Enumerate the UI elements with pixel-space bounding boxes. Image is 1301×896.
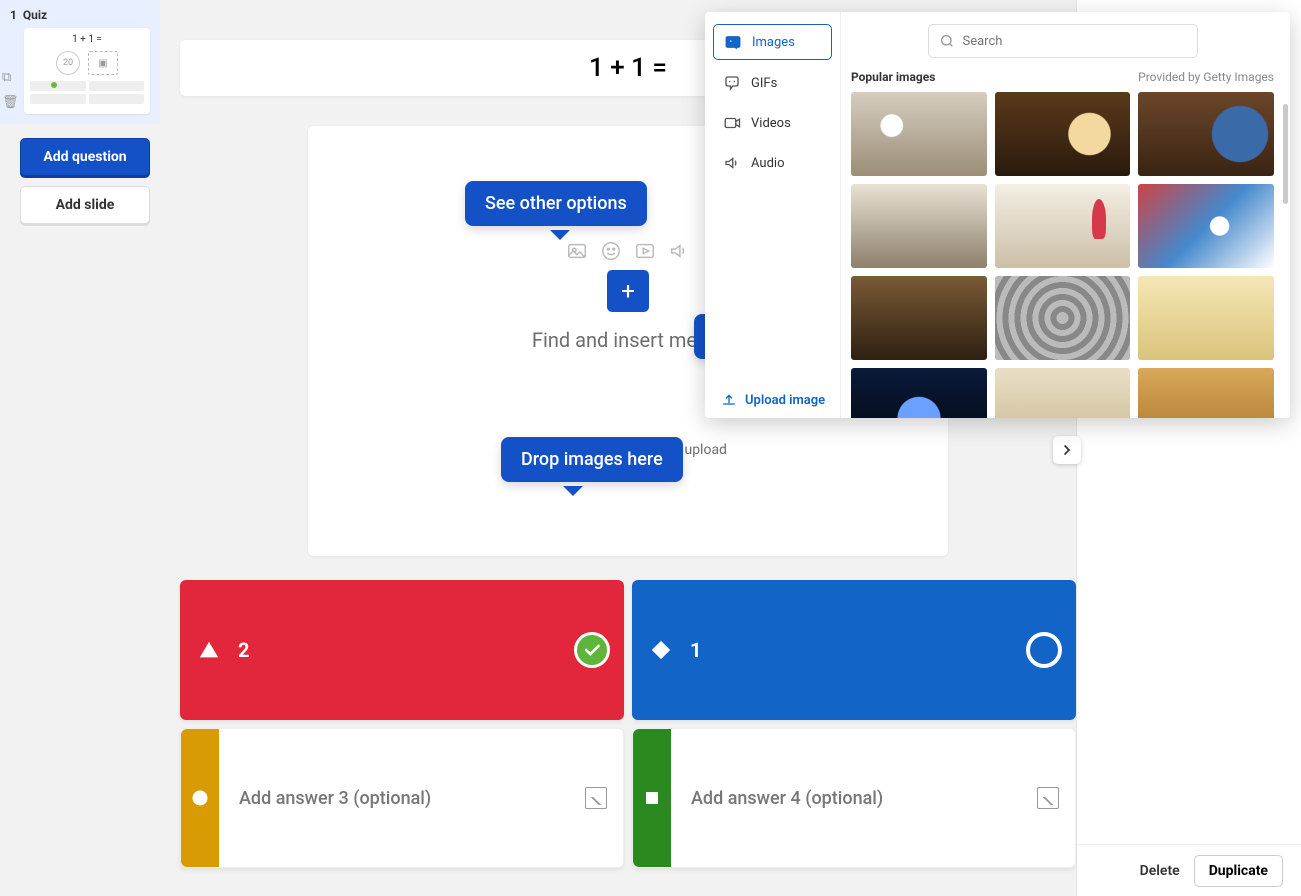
smile-icon: [600, 240, 622, 262]
upload-image-label: Upload image: [745, 393, 825, 408]
tab-audio-label: Audio: [751, 156, 784, 171]
image-thumbnail[interactable]: [851, 184, 987, 268]
image-thumbnail[interactable]: [851, 368, 987, 418]
image-thumbnail[interactable]: [1138, 368, 1274, 418]
add-question-button[interactable]: Add question: [20, 138, 150, 176]
image-thumbnail[interactable]: [1138, 92, 1274, 176]
image-icon[interactable]: [585, 787, 607, 809]
add-media-button[interactable]: +: [607, 270, 649, 312]
answer-1[interactable]: 2: [180, 580, 624, 720]
slide-thumbnail[interactable]: ⧉ 🗑 1 Quiz 1 + 1 = 20 ▣: [0, 0, 160, 124]
upload-image-link[interactable]: Upload image: [721, 392, 825, 408]
tab-gifs-label: GIFs: [751, 76, 777, 91]
image-thumbnail[interactable]: [995, 276, 1131, 360]
trash-icon[interactable]: 🗑: [2, 95, 19, 110]
delete-button[interactable]: Delete: [1140, 863, 1180, 879]
search-input[interactable]: [963, 34, 1187, 49]
answer-2[interactable]: 1: [632, 580, 1076, 720]
answer-4-placeholder: Add answer 4 (optional): [671, 788, 1075, 809]
tab-gifs[interactable]: GIFs: [713, 66, 832, 100]
tab-images[interactable]: Images: [713, 24, 832, 60]
add-slide-button[interactable]: Add slide: [20, 186, 150, 224]
image-icon: [566, 240, 588, 262]
slide-type: Quiz: [23, 8, 47, 22]
tab-images-label: Images: [752, 35, 795, 50]
media-panel: Images GIFs Videos Audio Upload image Po…: [705, 12, 1290, 418]
callout-see-options: See other options: [465, 181, 647, 226]
triangle-icon: [198, 639, 220, 661]
scrollbar[interactable]: [1283, 104, 1288, 204]
image-thumbnail[interactable]: [995, 184, 1131, 268]
answer-2-text: 1: [690, 638, 701, 662]
slide-number: 1: [10, 8, 17, 22]
popular-heading: Popular images: [851, 70, 935, 84]
thumb-image-placeholder: ▣: [88, 51, 118, 75]
callout-drop-here: Drop images here: [501, 437, 683, 482]
duplicate-button[interactable]: Duplicate: [1194, 855, 1283, 887]
search-icon: [939, 33, 955, 49]
tab-audio[interactable]: Audio: [713, 146, 832, 180]
provider-label: Provided by Getty Images: [1138, 70, 1274, 84]
thumb-answer: [89, 81, 145, 91]
image-thumbnail[interactable]: [1138, 276, 1274, 360]
answer-3[interactable]: Add answer 3 (optional): [180, 728, 624, 868]
diamond-icon: [650, 639, 672, 661]
answer-3-placeholder: Add answer 3 (optional): [219, 788, 623, 809]
tab-videos[interactable]: Videos: [713, 106, 832, 140]
image-thumbnail[interactable]: [1138, 184, 1274, 268]
tab-videos-label: Videos: [751, 116, 791, 131]
image-icon[interactable]: [1037, 787, 1059, 809]
square-icon: [633, 729, 671, 867]
search-field[interactable]: [928, 24, 1198, 58]
thumb-answer: [30, 81, 86, 91]
circle-icon: [181, 729, 219, 867]
image-grid: [851, 92, 1274, 418]
thumb-answer: [30, 94, 86, 104]
image-thumbnail[interactable]: [995, 368, 1131, 418]
media-type-icons: [566, 240, 690, 262]
thumb-answer: [89, 94, 145, 104]
copy-icon[interactable]: ⧉: [2, 70, 19, 85]
expand-sidebar-button[interactable]: [1053, 436, 1081, 464]
audio-icon: [668, 240, 690, 262]
video-icon: [634, 240, 656, 262]
correct-toggle[interactable]: [574, 632, 610, 668]
answer-1-text: 2: [238, 638, 249, 662]
thumb-time: 20: [56, 51, 80, 75]
thumb-question: 1 + 1 =: [30, 34, 144, 45]
correct-toggle[interactable]: [1026, 632, 1062, 668]
image-thumbnail[interactable]: [851, 276, 987, 360]
answer-4[interactable]: Add answer 4 (optional): [632, 728, 1076, 868]
image-thumbnail[interactable]: [851, 92, 987, 176]
image-thumbnail[interactable]: [995, 92, 1131, 176]
